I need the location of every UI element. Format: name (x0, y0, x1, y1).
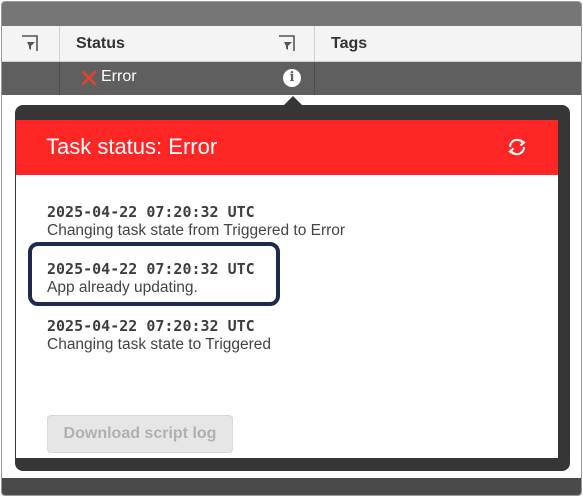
info-icon[interactable]: i (283, 69, 301, 87)
refresh-icon[interactable] (506, 136, 528, 158)
bottom-bar (2, 478, 581, 495)
log-entry: 2025-04-22 07:20:32 UTC Changing task st… (47, 317, 271, 355)
status-filter-icon[interactable] (277, 34, 297, 54)
window-frame: Status Tags Error i Task status: Error 2… (1, 1, 582, 496)
status-text: Error (101, 68, 137, 85)
highlight-box (28, 242, 280, 306)
filter-icon[interactable] (20, 34, 40, 54)
column-divider (59, 26, 60, 61)
column-divider (314, 26, 315, 61)
status-column-header[interactable]: Status (76, 35, 125, 53)
log-message: Changing task state from Triggered to Er… (47, 222, 346, 239)
error-x-icon (81, 70, 97, 86)
log-message: Changing task state to Triggered (47, 336, 272, 353)
column-divider (59, 62, 60, 95)
table-row[interactable]: Error i (2, 62, 581, 95)
popup-body: 2025-04-22 07:20:32 UTC Changing task st… (16, 175, 558, 458)
column-divider (314, 62, 315, 95)
download-script-log-button[interactable]: Download script log (47, 415, 233, 453)
log-timestamp: 2025-04-22 07:20:32 UTC (47, 203, 255, 221)
popup-header: Task status: Error (16, 120, 558, 175)
log-entry: 2025-04-22 07:20:32 UTC Changing task st… (47, 203, 345, 241)
log-timestamp: 2025-04-22 07:20:32 UTC (47, 317, 255, 335)
tags-column-header[interactable]: Tags (331, 35, 367, 53)
popup-title: Task status: Error (46, 134, 218, 159)
table-header-row: Status Tags (2, 26, 581, 62)
top-bar (2, 2, 581, 26)
